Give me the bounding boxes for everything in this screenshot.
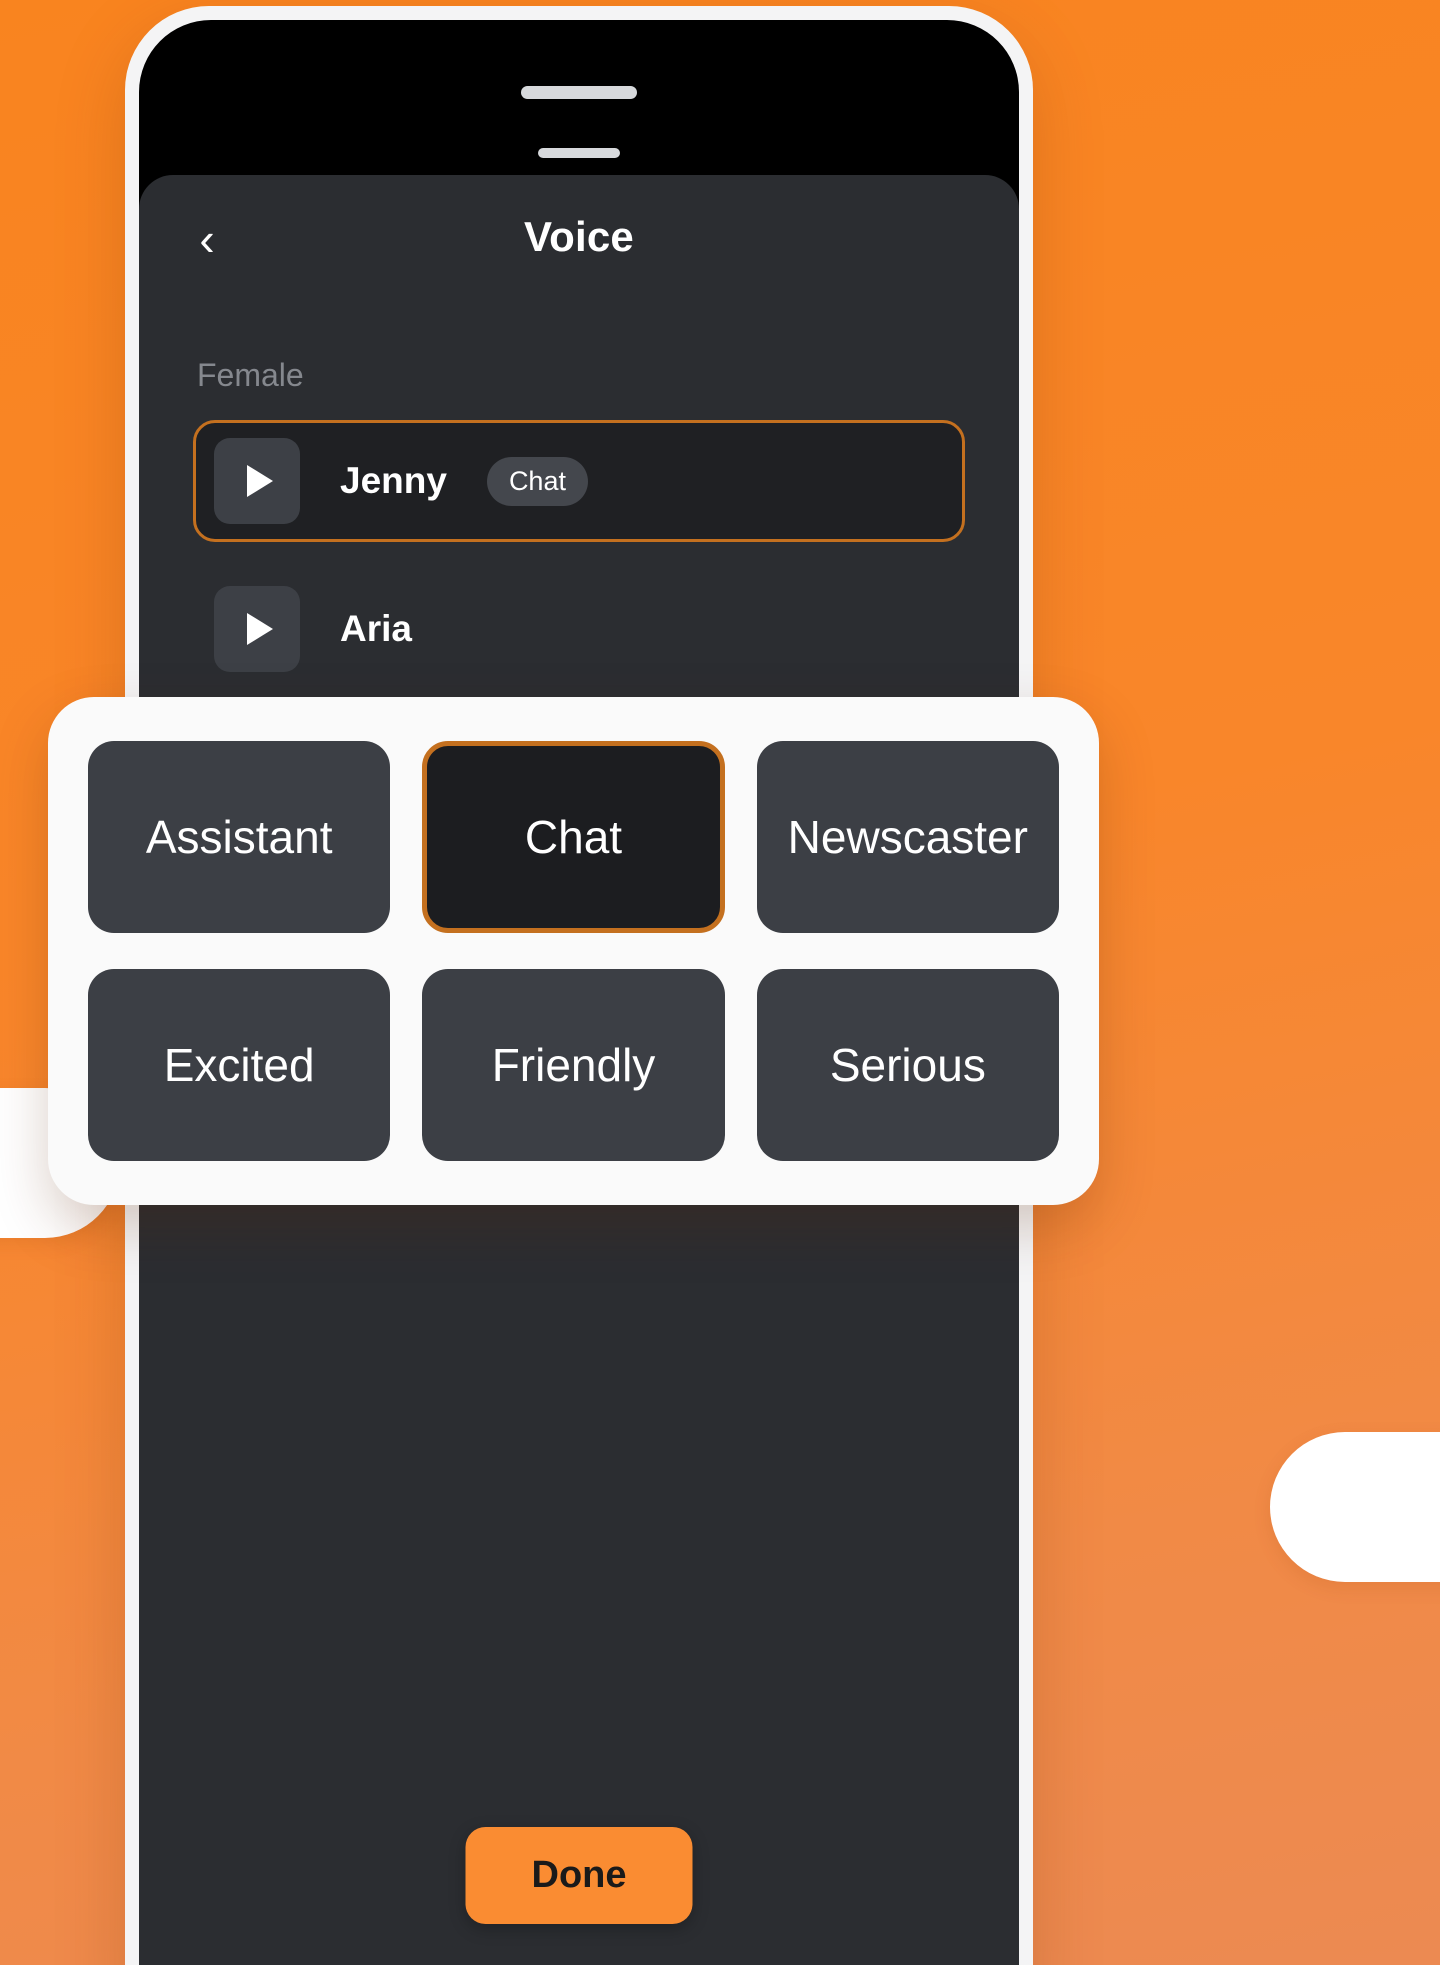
voice-style-grid: Assistant Chat Newscaster Excited Friendly Se… [88, 741, 1059, 1161]
page-title: Voice [524, 213, 634, 260]
play-triangle-glyph [247, 465, 273, 497]
screenshot-stage: ‹ Voice FemaleJennyChatAriaSarahMaleGuy … [0, 0, 1440, 1965]
style-option-newscaster[interactable]: Newscaster [756, 741, 1059, 933]
earpiece-speaker [521, 86, 637, 99]
voice-name: Jenny [340, 460, 447, 501]
style-option-serious[interactable]: Serious [756, 969, 1059, 1161]
sheet-grabber-handle[interactable] [538, 148, 620, 158]
style-option-assistant[interactable]: Assistant [88, 741, 391, 933]
app-header: ‹ Voice [139, 175, 1019, 315]
play-icon[interactable] [214, 438, 300, 524]
style-option-friendly[interactable]: Friendly [422, 969, 725, 1161]
phone-notch [359, 20, 799, 124]
voice-row[interactable]: Jenny Chat [193, 420, 965, 542]
style-option-excited[interactable]: Excited [88, 969, 391, 1161]
style-option-chat[interactable]: Chat [422, 741, 725, 933]
voice-name: Aria [340, 608, 412, 649]
voice-style-badge[interactable]: Chat [486, 456, 588, 506]
play-triangle-glyph [247, 613, 273, 645]
voice-style-modal: Assistant Chat Newscaster Excited Friendly Se… [48, 697, 1099, 1205]
done-button[interactable]: Done [465, 1827, 693, 1924]
voice-row[interactable]: Aria [193, 568, 965, 690]
play-icon[interactable] [214, 586, 300, 672]
section-label-female: Female [197, 357, 304, 393]
decorative-swoosh-right [1270, 1432, 1440, 1582]
